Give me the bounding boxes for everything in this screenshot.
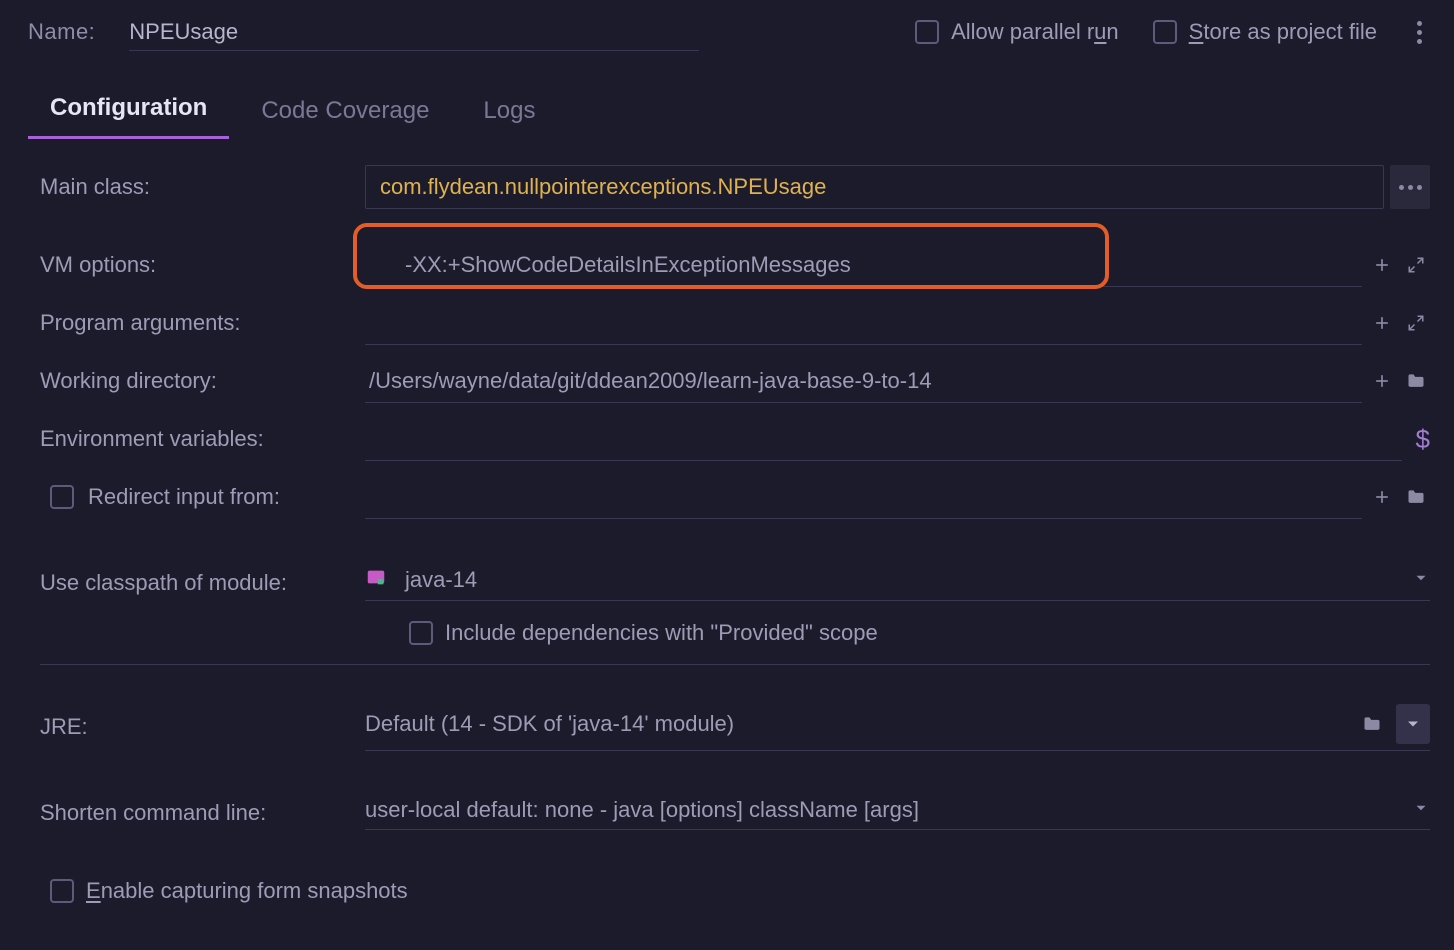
tab-logs[interactable]: Logs <box>461 87 557 139</box>
shorten-command-line-dropdown[interactable]: user-local default: none - java [options… <box>365 797 1430 830</box>
classpath-module-row: Use classpath of module: java-14 <box>40 559 1430 607</box>
checkbox-icon <box>915 20 939 44</box>
classpath-module-value: java-14 <box>405 567 477 593</box>
store-as-project-file-checkbox[interactable]: Store as project file <box>1153 19 1377 45</box>
jre-row: JRE: Default (14 - SDK of 'java-14' modu… <box>40 703 1430 751</box>
plus-icon[interactable] <box>1368 251 1396 279</box>
tab-configuration[interactable]: Configuration <box>28 84 229 139</box>
chevron-down-icon <box>1412 797 1430 823</box>
tab-code-coverage[interactable]: Code Coverage <box>239 87 451 139</box>
allow-parallel-run-label: Allow parallel run <box>951 19 1119 45</box>
environment-variables-row: Environment variables: $ <box>40 415 1430 463</box>
plus-icon[interactable] <box>1368 367 1396 395</box>
store-as-project-file-label: Store as project file <box>1189 19 1377 45</box>
configuration-form: Main class: VM options: Program argument… <box>0 157 1454 915</box>
vm-options-label: VM options: <box>40 252 365 278</box>
enable-snapshots-checkbox[interactable]: Enable capturing form snapshots <box>40 878 408 904</box>
dollar-icon[interactable]: $ <box>1416 424 1430 455</box>
shorten-command-line-value: user-local default: none - java [options… <box>365 797 919 823</box>
vm-options-input[interactable] <box>365 243 1362 287</box>
environment-variables-label: Environment variables: <box>40 426 365 452</box>
environment-variables-input[interactable] <box>365 417 1402 461</box>
redirect-input-field[interactable] <box>365 475 1362 519</box>
vm-options-row: VM options: <box>40 241 1430 289</box>
program-arguments-label: Program arguments: <box>40 310 365 336</box>
main-class-label: Main class: <box>40 174 365 200</box>
redirect-input-row: Redirect input from: <box>40 473 1430 521</box>
program-arguments-input[interactable] <box>365 301 1362 345</box>
header-row: Name: Allow parallel run Store as projec… <box>0 0 1454 56</box>
main-class-field[interactable] <box>365 165 1384 209</box>
checkbox-icon <box>409 621 433 645</box>
folder-icon[interactable] <box>1402 367 1430 395</box>
jre-label: JRE: <box>40 714 365 740</box>
name-input[interactable] <box>129 13 699 51</box>
working-directory-label: Working directory: <box>40 368 365 394</box>
working-directory-row: Working directory: <box>40 357 1430 405</box>
kebab-vertical-icon[interactable] <box>1413 21 1426 44</box>
ellipsis-icon[interactable] <box>1390 165 1430 209</box>
include-provided-row: Include dependencies with "Provided" sco… <box>40 617 1430 665</box>
redirect-input-label: Redirect input from: <box>88 484 280 510</box>
allow-parallel-run-checkbox[interactable]: Allow parallel run <box>915 19 1119 45</box>
classpath-module-dropdown[interactable]: java-14 <box>365 566 1430 601</box>
plus-icon[interactable] <box>1368 309 1396 337</box>
shorten-command-line-label: Shorten command line: <box>40 800 365 826</box>
expand-icon[interactable] <box>1402 309 1430 337</box>
module-icon <box>365 566 387 594</box>
jre-value: Default (14 - SDK of 'java-14' module) <box>365 711 734 737</box>
folder-icon[interactable] <box>1358 710 1386 738</box>
classpath-module-label: Use classpath of module: <box>40 570 365 596</box>
tabs: Configuration Code Coverage Logs <box>0 56 1454 139</box>
jre-dropdown[interactable]: Default (14 - SDK of 'java-14' module) <box>365 704 1430 751</box>
include-provided-label: Include dependencies with "Provided" sco… <box>445 620 878 646</box>
checkbox-icon <box>50 879 74 903</box>
working-directory-input[interactable] <box>365 359 1362 403</box>
folder-icon[interactable] <box>1402 483 1430 511</box>
program-arguments-row: Program arguments: <box>40 299 1430 347</box>
redirect-input-checkbox[interactable] <box>50 485 74 509</box>
chevron-down-icon[interactable] <box>1396 704 1430 744</box>
shorten-command-line-row: Shorten command line: user-local default… <box>40 789 1430 837</box>
expand-icon[interactable] <box>1402 251 1430 279</box>
main-class-input[interactable] <box>376 165 1373 209</box>
include-provided-checkbox[interactable]: Include dependencies with "Provided" sco… <box>365 620 878 646</box>
checkbox-icon <box>1153 20 1177 44</box>
main-class-row: Main class: <box>40 163 1430 211</box>
enable-snapshots-row: Enable capturing form snapshots <box>40 867 1430 915</box>
plus-icon[interactable] <box>1368 483 1396 511</box>
enable-snapshots-label: Enable capturing form snapshots <box>86 878 408 904</box>
chevron-down-icon <box>1412 567 1430 593</box>
name-label: Name: <box>28 19 95 45</box>
